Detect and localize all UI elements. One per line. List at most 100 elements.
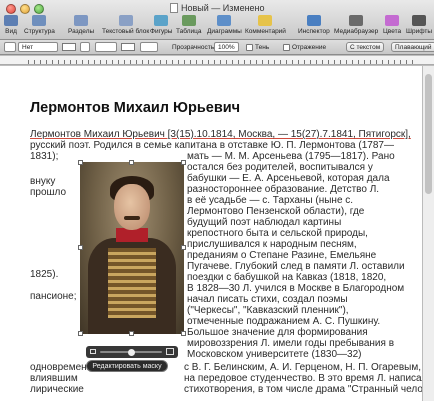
- fill-color-well[interactable]: [121, 42, 135, 52]
- document-page[interactable]: Лермонтов Михаил Юрьевич Лермонтов Михаи…: [0, 66, 434, 401]
- text-line: мать — М. М. Арсеньева (1795—1817). Рано: [187, 151, 395, 162]
- sections-icon: [74, 15, 89, 26]
- toolbar-label: Комментарий: [245, 28, 286, 35]
- portrait-braid: [108, 248, 156, 318]
- image-size-slider[interactable]: [100, 348, 162, 356]
- view-icon: [4, 15, 18, 26]
- resize-handle-bottom-right[interactable]: [181, 331, 186, 336]
- horizontal-ruler[interactable]: [0, 56, 434, 65]
- zoom-window-button[interactable]: [34, 4, 44, 14]
- text-line: 1831);: [30, 151, 59, 162]
- large-image-icon: [166, 348, 174, 355]
- resize-handle-left[interactable]: [78, 245, 83, 250]
- toolbar-inspector-button[interactable]: Инспектор: [298, 14, 330, 40]
- wrap-floating-label: Плавающий: [395, 43, 432, 51]
- textbox-icon: [118, 15, 133, 26]
- outline-icon: [32, 15, 47, 26]
- line-ends-select[interactable]: [140, 42, 158, 52]
- reflection-label: Отражение: [292, 43, 327, 51]
- inspector-icon: [306, 15, 321, 26]
- toolbar-comment-button[interactable]: Комментарий: [245, 14, 286, 40]
- reflection-checkbox[interactable]: Отражение: [283, 42, 326, 52]
- title-bar: Новый — Изменено Вид Структура Разделы Т…: [0, 0, 434, 40]
- edit-mask-button[interactable]: Редактировать маску: [86, 360, 168, 372]
- toolbar-label: Таблица: [176, 28, 202, 35]
- toolbar-view-button[interactable]: Вид: [4, 14, 18, 40]
- text-line: крепостного быта и сельской природы,: [187, 228, 368, 239]
- text-line: внуку: [30, 176, 56, 187]
- wrap-inline-button[interactable]: С текстом: [346, 42, 385, 52]
- colors-icon: [385, 15, 400, 26]
- text-line: Большое значение для формирования: [187, 327, 368, 338]
- shadow-check-box: [246, 43, 253, 51]
- text-line: пансионе;: [30, 291, 77, 302]
- stroke-width-field[interactable]: [80, 42, 90, 52]
- stroke-swatch: [62, 43, 76, 51]
- toolbar-textbox-button[interactable]: Текстовый блок: [102, 14, 149, 40]
- portrait-moustache: [124, 216, 140, 220]
- line-ends-box: [140, 42, 158, 52]
- text-line: будущий поэт наблюдал картины: [187, 217, 342, 228]
- toolbar-media-button[interactable]: Медиабраузер: [334, 14, 378, 40]
- vertical-scrollbar[interactable]: [422, 66, 434, 401]
- stroke-width-box: [80, 42, 90, 52]
- wrap-floating-button[interactable]: Плавающий: [391, 42, 434, 52]
- window-title: Новый — Изменено: [181, 3, 265, 13]
- format-bar-style-icon[interactable]: [4, 42, 16, 52]
- resize-handle-top-right[interactable]: [181, 160, 186, 165]
- style-icon: [4, 42, 16, 52]
- stroke-color-well[interactable]: [62, 42, 76, 52]
- text-line: прислушивался к народным песням,: [187, 239, 357, 250]
- document-icon: [170, 3, 178, 13]
- text-line: Московском университете (1830—32): [187, 349, 362, 360]
- image-size-slider-knob[interactable]: [127, 348, 135, 356]
- text-line: влиявшим: [30, 373, 78, 384]
- toolbar-shapes-button[interactable]: Фигуры: [150, 14, 172, 40]
- media-icon: [349, 15, 364, 26]
- stroke-style-select[interactable]: [95, 42, 117, 52]
- comment-icon: [258, 15, 273, 26]
- toolbar-label: Медиабраузер: [334, 28, 379, 35]
- text-line: стихотворения, в том числе драма "Странн…: [184, 384, 434, 395]
- format-bar: Нет Прозрачность 100% Тень Отражение С т…: [0, 40, 434, 55]
- resize-handle-bottom-left[interactable]: [78, 331, 83, 336]
- portrait-image[interactable]: [80, 162, 184, 334]
- close-window-button[interactable]: [6, 4, 16, 14]
- text-line: преданиям о Степане Разине, Емельяне: [187, 250, 377, 261]
- resize-handle-right[interactable]: [181, 245, 186, 250]
- toolbar-label: Цвета: [383, 28, 402, 35]
- text-line: начал писать стихи, создал поэмы: [187, 294, 348, 305]
- shadow-checkbox[interactable]: Тень: [246, 42, 269, 52]
- style-select[interactable]: Нет: [18, 42, 58, 52]
- text-line: отмеченные подражанием А. С. Пушкину.: [187, 316, 381, 327]
- ruler-ticks: [28, 60, 416, 64]
- fill-swatch: [121, 43, 135, 51]
- toolbar-label: Структура: [24, 28, 55, 35]
- portrait-face: [114, 184, 150, 230]
- toolbar-charts-button[interactable]: Диаграммы: [207, 14, 242, 40]
- charts-icon: [217, 15, 232, 26]
- reflection-check-box: [283, 43, 290, 51]
- minimize-window-button[interactable]: [20, 4, 30, 14]
- text-line: русский поэт. Родился в семье капитана в…: [30, 140, 394, 151]
- window-title-area: Новый — Изменено: [170, 2, 265, 14]
- table-icon: [181, 15, 196, 26]
- toolbar-table-button[interactable]: Таблица: [176, 14, 202, 40]
- toolbar-label: Вид: [5, 28, 17, 35]
- toolbar-fonts-button[interactable]: Шрифты: [406, 14, 432, 40]
- toolbar: Вид Структура Разделы Текстовый блок Фиг…: [0, 14, 434, 40]
- opacity-field[interactable]: 100%: [214, 42, 239, 52]
- toolbar-colors-button[interactable]: Цвета: [383, 14, 401, 40]
- toolbar-outline-button[interactable]: Структура: [24, 14, 55, 40]
- scrollbar-thumb[interactable]: [425, 74, 432, 194]
- resize-handle-bottom[interactable]: [129, 331, 134, 336]
- toolbar-label: Разделы: [68, 28, 95, 35]
- portrait-collar: [116, 228, 148, 242]
- toolbar-sections-button[interactable]: Разделы: [68, 14, 94, 40]
- toolbar-label: Диаграммы: [207, 28, 242, 35]
- text-line: на передовое студенчество. В это время Л…: [184, 373, 428, 384]
- text-line: 1825).: [30, 269, 59, 280]
- resize-handle-top[interactable]: [129, 160, 134, 165]
- opacity-value: 100%: [218, 43, 235, 51]
- resize-handle-top-left[interactable]: [78, 160, 83, 165]
